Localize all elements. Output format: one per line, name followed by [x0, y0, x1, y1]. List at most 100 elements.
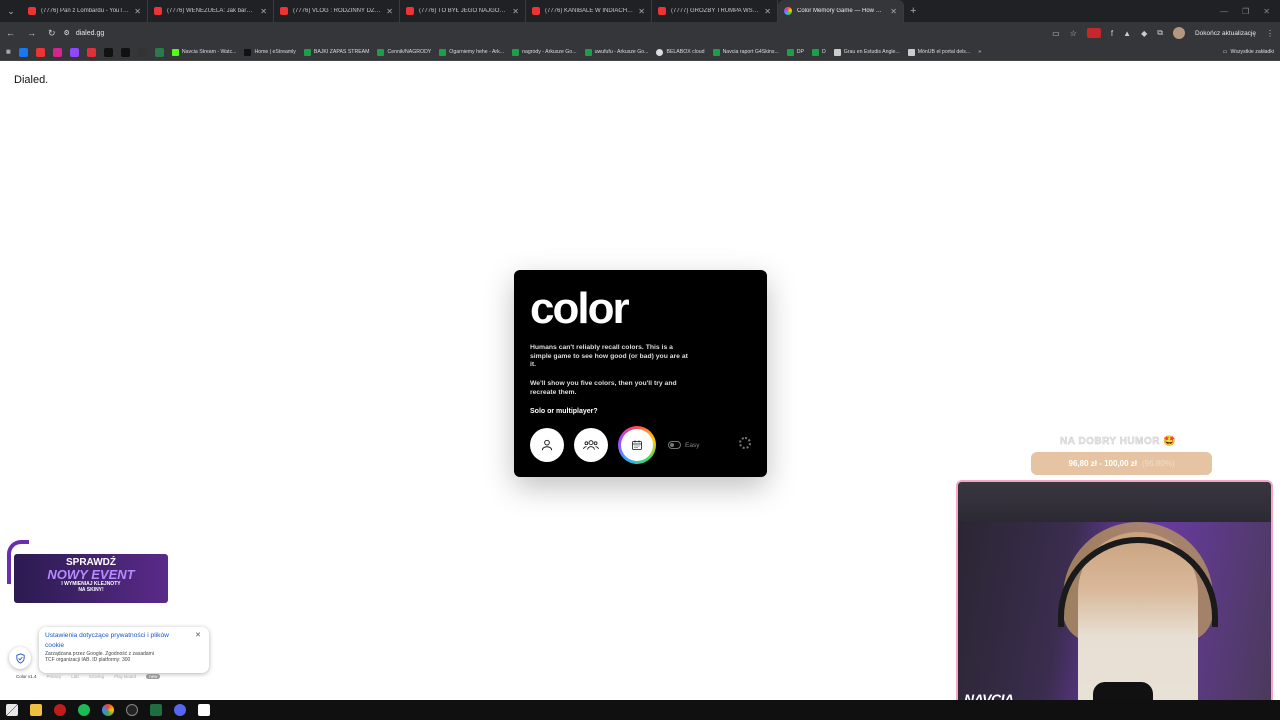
donation-progress-bar: 96,80 zł - 100,00 zł (96.80%) [1031, 452, 1212, 475]
facebook-icon[interactable] [18, 47, 28, 57]
daily-button[interactable] [618, 426, 656, 464]
youtube-icon [658, 7, 666, 15]
close-icon[interactable]: ✕ [260, 7, 267, 16]
extension-icon[interactable]: ▲ [1123, 29, 1131, 38]
bookmarks-bar: ▦ Navcia Stream - Watc... Home | eStream… [0, 44, 1280, 61]
bookmark-item[interactable]: MónUB el portal dels... [907, 48, 970, 56]
extension-icon[interactable] [1086, 28, 1101, 38]
toggle-switch[interactable] [668, 441, 681, 449]
browser-tab[interactable]: (7776) KANIBALE W INDIACH - D: ✕ [526, 0, 652, 22]
privacy-shield-icon[interactable] [9, 647, 31, 669]
background-shelf [958, 482, 1271, 522]
group-icon [583, 440, 599, 450]
excel-icon[interactable] [150, 704, 162, 716]
chrome-icon[interactable] [102, 704, 114, 716]
bookmark-item[interactable]: Home | eStreamly [244, 48, 296, 56]
site-info-icon[interactable]: ⚙ [64, 29, 70, 37]
install-icon[interactable]: ▭ [1052, 29, 1060, 38]
tiktok-icon[interactable] [120, 47, 130, 57]
tab-bar: ⌄ (7776) Pan z Lombardu - YouTube ✕ (7776… [0, 0, 1280, 22]
bookmark-item[interactable]: nagrody - Arkusze Go... [512, 48, 577, 56]
bookmark-item[interactable]: BELABOX cloud [656, 48, 705, 56]
instructions-text: We'll show you five colors, then you'll … [530, 380, 677, 396]
obs-icon[interactable] [126, 704, 138, 716]
close-icon[interactable]: ✕ [764, 7, 771, 16]
bookmark-item[interactable]: Navcia raport G4Skins... [712, 48, 779, 56]
tab-search-icon[interactable]: ⌄ [0, 0, 22, 22]
bookmark-item[interactable]: uwufufu - Arkusze Go... [584, 48, 648, 56]
all-bookmarks-button[interactable]: ▭ Wszystkie zakładki [1223, 49, 1274, 55]
mode-buttons: Easy [530, 426, 699, 464]
url-field[interactable]: ⚙ dialed.gg [64, 29, 1041, 38]
multiplayer-button[interactable] [574, 428, 608, 462]
bookmark-item[interactable]: Grau en Estudis Angle... [833, 48, 900, 56]
easy-toggle[interactable]: Easy [668, 441, 699, 449]
footer-link[interactable]: Play Board [114, 674, 136, 679]
spotify-icon[interactable] [78, 704, 90, 716]
reload-icon[interactable]: ↻ [48, 28, 56, 39]
site-logo[interactable]: Dialed. [14, 74, 48, 86]
x-icon[interactable] [103, 47, 113, 57]
app-icon[interactable] [198, 704, 210, 716]
close-icon[interactable]: ✕ [386, 7, 393, 16]
youtube-icon [280, 7, 288, 15]
easy-label: Easy [685, 441, 700, 449]
windows-start-icon[interactable] [6, 704, 18, 716]
bookmark-item[interactable]: Cennik/NAGRODY [377, 48, 431, 56]
address-bar: ← → ↻ ⚙ dialed.gg ▭ ☆ f ▲ ◆ ⧉ Dokończ ak… [0, 22, 1280, 44]
file-explorer-icon[interactable] [30, 704, 42, 716]
new-badge: new [146, 674, 161, 679]
browser-tab[interactable]: (7776) VLOG : RODZINNY DZIEŃ ✕ [274, 0, 400, 22]
profile-avatar[interactable] [1172, 27, 1185, 39]
close-window-icon[interactable]: ✕ [1263, 7, 1270, 16]
browser-tab[interactable]: (7777) GROŹBY TRUMPA WSTRZĄ ✕ [652, 0, 778, 22]
youtube-icon [406, 7, 414, 15]
maximize-icon[interactable]: ❐ [1242, 7, 1249, 16]
cookie-settings-link[interactable]: Ustawienia dotyczące prywatności i plikó… [45, 631, 175, 651]
solo-button[interactable] [530, 428, 564, 462]
new-tab-button[interactable]: + [904, 5, 922, 17]
forward-icon[interactable]: → [27, 28, 36, 38]
intro-text: Humans can't reliably recall colors. Thi… [530, 344, 688, 369]
webcam-overlay: NAVCIA 09.02.2026 [956, 480, 1273, 713]
browser-tab[interactable]: (7776) Pan z Lombardu - YouTube ✕ [22, 0, 148, 22]
browser-tab-active[interactable]: Color Memory Game — How Well ✕ [778, 0, 904, 22]
promo-banner[interactable]: SPRAWDŹ NOWY EVENT I WYMIENIAJ KLEJNOTY … [14, 554, 168, 603]
back-icon[interactable]: ← [6, 28, 15, 38]
cookie-consent-popup: Ustawienia dotyczące prywatności i plikó… [39, 627, 209, 673]
opera-icon[interactable] [54, 704, 66, 716]
discord-icon[interactable] [174, 704, 186, 716]
bookmark-item[interactable]: D [812, 48, 826, 56]
anchor-icon[interactable] [137, 47, 147, 57]
bookmark-item[interactable]: DP [786, 48, 804, 56]
menu-icon[interactable]: ⋮ [1266, 29, 1274, 38]
instagram-icon[interactable] [52, 47, 62, 57]
pocket-icon[interactable] [86, 47, 96, 57]
twitch-icon[interactable] [69, 47, 79, 57]
extensions-puzzle-icon[interactable]: ⧉ [1157, 28, 1163, 38]
footer-link[interactable]: Lab [71, 674, 79, 679]
game-title: color [530, 284, 630, 333]
browser-tab[interactable]: (7776) WENEZUELA: Jak bardzo je ✕ [148, 0, 274, 22]
close-icon[interactable]: ✕ [890, 7, 897, 16]
footer-link[interactable]: Privacy [47, 674, 62, 679]
extension-icon[interactable]: f [1111, 29, 1113, 38]
bookmark-item[interactable]: BAJKI ZAPAS STREAM [303, 48, 369, 56]
bookmark-item[interactable]: Navcia Stream - Watc... [171, 48, 236, 56]
apps-icon[interactable]: ▦ [6, 49, 11, 55]
close-icon[interactable]: ✕ [638, 7, 645, 16]
mode-question: Solo or multiplayer? [530, 408, 598, 415]
browser-tab[interactable]: (7776) TO BYŁ JEGO NAJGORSZY ✕ [400, 0, 526, 22]
update-button[interactable]: Dokończ aktualizację [1195, 30, 1256, 37]
close-icon[interactable]: ✕ [134, 7, 141, 16]
close-icon[interactable]: ✕ [512, 7, 519, 16]
footer-link[interactable]: Scoring [89, 674, 104, 679]
extension-icon[interactable]: ◆ [1141, 29, 1147, 38]
youtube-icon[interactable] [35, 47, 45, 57]
star-icon[interactable]: ☆ [1070, 29, 1077, 38]
minimize-icon[interactable]: — [1220, 7, 1228, 16]
more-bookmarks-icon[interactable]: » [978, 49, 981, 55]
site-icon[interactable] [154, 47, 164, 57]
close-icon[interactable]: ✕ [195, 631, 201, 639]
bookmark-item[interactable]: Ogarniemy hehe - Ark... [439, 48, 504, 56]
